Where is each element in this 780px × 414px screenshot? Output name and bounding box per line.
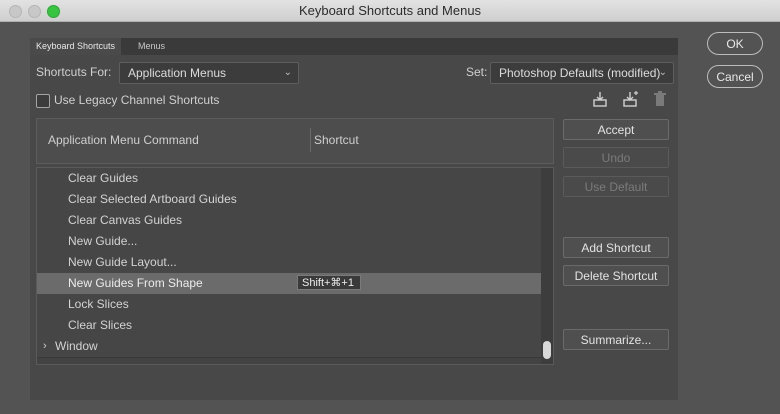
ok-button[interactable]: OK xyxy=(707,32,763,55)
chevron-down-icon: ⌄ xyxy=(283,67,292,78)
accept-button[interactable]: Accept xyxy=(563,119,669,140)
shortcut-input[interactable]: Shift+⌘+1 xyxy=(297,275,361,290)
command-name: New Guides From Shape xyxy=(68,276,203,290)
save-as-new-set-icon[interactable] xyxy=(621,90,639,108)
tab-keyboard-shortcuts[interactable]: Keyboard Shortcuts xyxy=(30,38,122,55)
table-row[interactable]: Lock Slices xyxy=(37,294,541,316)
chevron-right-icon[interactable]: › xyxy=(43,336,47,357)
column-divider xyxy=(310,128,311,152)
legacy-channel-checkbox[interactable] xyxy=(36,94,50,108)
chevron-down-icon: ⌄ xyxy=(658,67,667,78)
menu-group-row[interactable]: › Window xyxy=(37,336,541,358)
undo-button[interactable]: Undo xyxy=(563,147,669,168)
command-name: Clear Slices xyxy=(68,318,133,332)
trash-icon[interactable] xyxy=(651,90,669,108)
column-header-command[interactable]: Application Menu Command xyxy=(48,133,199,147)
tab-bar: Keyboard Shortcuts Menus xyxy=(30,38,678,55)
table-row[interactable]: Clear Selected Artboard Guides xyxy=(37,189,541,211)
table-row-selected[interactable]: New Guides From Shape Shift+⌘+1 xyxy=(37,273,541,295)
add-shortcut-button[interactable]: Add Shortcut xyxy=(563,237,669,258)
title-bar: Keyboard Shortcuts and Menus xyxy=(0,0,780,22)
command-name: Lock Slices xyxy=(68,297,129,311)
command-name: Clear Canvas Guides xyxy=(68,213,183,227)
command-list: Clear Guides Clear Selected Artboard Gui… xyxy=(36,167,554,365)
command-name: Clear Selected Artboard Guides xyxy=(68,192,237,206)
command-name: Clear Guides xyxy=(68,171,139,185)
save-set-icon[interactable] xyxy=(591,90,609,108)
legacy-channel-label: Use Legacy Channel Shortcuts xyxy=(54,93,220,107)
delete-shortcut-button[interactable]: Delete Shortcut xyxy=(563,265,669,286)
use-default-button[interactable]: Use Default xyxy=(563,176,669,197)
summarize-button[interactable]: Summarize... xyxy=(563,329,669,350)
shortcuts-for-value: Application Menus xyxy=(128,66,227,80)
window-title: Keyboard Shortcuts and Menus xyxy=(298,3,482,18)
shortcuts-for-select[interactable]: Application Menus ⌄ xyxy=(119,62,299,84)
shortcuts-for-label: Shortcuts For: xyxy=(36,65,112,79)
command-name: New Guide Layout... xyxy=(68,255,177,269)
tab-menus[interactable]: Menus xyxy=(132,38,171,55)
command-name: New Guide... xyxy=(68,234,138,248)
cancel-button[interactable]: Cancel xyxy=(707,65,763,88)
scrollbar-thumb[interactable] xyxy=(543,341,551,359)
table-row[interactable]: Clear Guides xyxy=(37,168,541,190)
column-header-shortcut[interactable]: Shortcut xyxy=(314,133,359,147)
table-row[interactable]: New Guide... xyxy=(37,231,541,253)
scrollbar-track[interactable] xyxy=(541,168,553,364)
table-row[interactable]: Clear Slices xyxy=(37,315,541,337)
set-select[interactable]: Photoshop Defaults (modified) ⌄ xyxy=(490,62,674,84)
menu-group-name: Window xyxy=(55,339,98,353)
table-row[interactable]: Clear Canvas Guides xyxy=(37,210,541,232)
set-label: Set: xyxy=(466,65,488,79)
table-row[interactable]: New Guide Layout... xyxy=(37,252,541,274)
table-header: Application Menu Command Shortcut xyxy=(36,118,554,164)
set-value: Photoshop Defaults (modified) xyxy=(499,66,661,80)
